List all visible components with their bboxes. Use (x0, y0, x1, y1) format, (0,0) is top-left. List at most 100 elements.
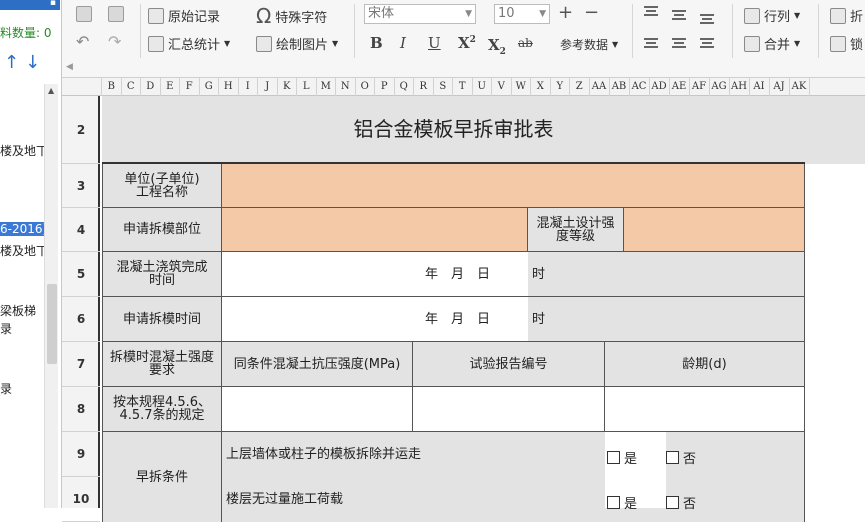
column-header-cell[interactable]: R (414, 78, 434, 96)
tree-item[interactable]: 录 (0, 380, 12, 397)
column-header-cell[interactable]: V (492, 78, 512, 96)
column-header-cell[interactable]: D (141, 78, 161, 96)
tree-item[interactable]: 楼及地丅 (0, 142, 48, 159)
column-header-cell[interactable]: AK (790, 78, 810, 96)
column-header-cell[interactable]: C (122, 78, 141, 96)
label-early-cond[interactable]: 早拆条件 (102, 432, 222, 522)
align-center-icon[interactable] (672, 38, 686, 48)
paste-icon[interactable] (108, 6, 124, 22)
column-header-cell[interactable]: AI (750, 78, 770, 96)
pour-hour-input[interactable]: 时 (528, 252, 805, 297)
italic-icon[interactable]: I (400, 34, 406, 52)
tree-item-selected[interactable]: 6-2016) (0, 222, 44, 236)
align-bottom-icon[interactable] (700, 14, 714, 24)
label-apply-part[interactable]: 申请拆模部位 (102, 208, 222, 252)
special-chars-button[interactable]: Ω 特殊字符 (256, 4, 327, 28)
redo-icon[interactable]: ↷ (108, 32, 121, 51)
row-header-cell[interactable]: 6 (62, 297, 100, 342)
font-size-select[interactable]: 10 ▼ (494, 4, 550, 24)
align-top-icon[interactable] (644, 6, 658, 16)
apply-hour-input[interactable]: 时 (528, 297, 805, 342)
column-header-cell[interactable]: F (180, 78, 200, 96)
scroll-thumb[interactable] (47, 284, 57, 364)
ref-data-button[interactable]: 参考数据 ▼ (560, 36, 618, 53)
column-header-cell[interactable]: U (473, 78, 492, 96)
row-header-cell[interactable]: 8 (62, 387, 100, 432)
tree-item[interactable]: 录 (0, 320, 12, 337)
underline-icon[interactable]: U (428, 34, 441, 52)
summary-stats-button[interactable]: 汇总统计 ▼ (148, 34, 230, 53)
column-header-cell[interactable]: T (453, 78, 473, 96)
align-left-icon[interactable] (644, 38, 658, 48)
column-header-cell[interactable]: H (219, 78, 239, 96)
column-header-cell[interactable]: B (102, 78, 122, 96)
label-design-grade[interactable]: 混凝土设计强 度等级 (528, 208, 624, 252)
subscript-icon[interactable]: X2 (488, 36, 506, 57)
original-record-button[interactable]: 原始记录 (148, 6, 220, 25)
same-cond-input[interactable] (222, 387, 413, 432)
column-header-cell[interactable]: Q (395, 78, 414, 96)
align-right-icon[interactable] (700, 38, 714, 48)
column-header-cell[interactable]: AG (710, 78, 730, 96)
superscript-icon[interactable]: X2 (458, 34, 476, 52)
empty-cell[interactable] (805, 96, 865, 164)
column-header-cell[interactable]: AH (730, 78, 750, 96)
lock-button[interactable]: 锁 (830, 34, 863, 53)
cond2-no-checkbox[interactable]: 否 (666, 493, 696, 512)
column-header-cell[interactable]: L (297, 78, 317, 96)
row-header-cell[interactable]: 9 (62, 432, 100, 477)
design-grade-input[interactable] (624, 208, 805, 252)
column-header-cell[interactable]: I (239, 78, 258, 96)
apply-part-input[interactable] (222, 208, 528, 252)
label-pour-time[interactable]: 混凝土浇筑完成 时间 (102, 252, 222, 297)
row-col-button[interactable]: 行列 ▼ (744, 6, 800, 25)
column-header-cell[interactable]: AA (590, 78, 610, 96)
column-header-cell[interactable]: N (336, 78, 356, 96)
cond2-yes-checkbox[interactable]: 是 (607, 493, 637, 512)
column-header-cell[interactable]: P (375, 78, 395, 96)
column-header-cell[interactable]: E (161, 78, 180, 96)
column-header-cell[interactable]: AJ (770, 78, 790, 96)
column-header-cell[interactable]: AE (670, 78, 690, 96)
apply-date-input[interactable]: 年 月 日 (222, 297, 528, 342)
bold-icon[interactable]: B (370, 34, 383, 52)
tree-item[interactable]: 楼及地丅 (0, 242, 48, 259)
row-header-cell[interactable]: 4 (62, 208, 100, 252)
label-per-code[interactable]: 按本规程4.5.6、 4.5.7条的规定 (102, 387, 222, 432)
column-header-cell[interactable]: AB (610, 78, 630, 96)
column-header-cell[interactable]: AC (630, 78, 650, 96)
pin-icon[interactable]: ▪ (50, 0, 56, 8)
age-input[interactable] (605, 387, 805, 432)
column-header-cell[interactable]: AF (690, 78, 710, 96)
column-header-cell[interactable]: AD (650, 78, 670, 96)
label-apply-time[interactable]: 申请拆模时间 (102, 297, 222, 342)
column-header-cell[interactable]: S (434, 78, 453, 96)
font-name-select[interactable]: 宋体 ▼ (364, 4, 476, 24)
scroll-up-icon[interactable]: ▲ (48, 86, 54, 95)
column-header-cell[interactable]: M (317, 78, 336, 96)
decrease-font-icon[interactable]: − (584, 2, 599, 23)
draw-image-button[interactable]: 绘制图片 ▼ (256, 34, 338, 53)
tree-item[interactable]: 梁板梯 (0, 302, 36, 319)
form-title[interactable]: 铝合金模板早拆审批表 (102, 96, 805, 164)
merge-button[interactable]: 合并 ▼ (744, 34, 800, 53)
report-no-input[interactable] (413, 387, 605, 432)
column-header-cell[interactable]: Z (570, 78, 590, 96)
undo-icon[interactable]: ↶ (76, 32, 89, 51)
arrow-up-icon[interactable]: ↑ (4, 52, 25, 73)
column-header-cell[interactable]: X (531, 78, 551, 96)
collapse-icon[interactable]: ◀ (66, 62, 73, 72)
select-all-corner[interactable] (62, 78, 102, 96)
header-report-no[interactable]: 试验报告编号 (413, 342, 605, 387)
column-header-cell[interactable]: J (258, 78, 278, 96)
panel-scrollbar[interactable]: ▲ (44, 84, 58, 508)
column-header-cell[interactable]: O (356, 78, 375, 96)
cond1-yes-checkbox[interactable]: 是 (607, 448, 637, 467)
strikethrough-icon[interactable]: ab (518, 36, 533, 50)
row-header-cell[interactable]: 10 (62, 477, 100, 522)
row-header-cell[interactable]: 3 (62, 164, 100, 208)
unit-project-input[interactable] (222, 164, 805, 208)
increase-font-icon[interactable]: + (558, 2, 573, 23)
column-header-cell[interactable]: K (278, 78, 297, 96)
arrow-down-icon[interactable]: ↓ (25, 52, 46, 73)
